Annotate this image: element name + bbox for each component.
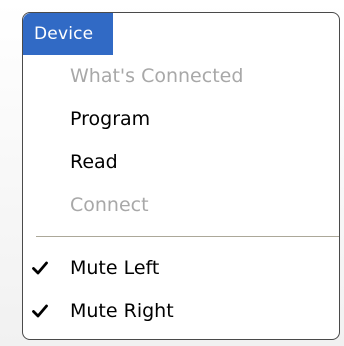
menu-item-program[interactable]: Program [23,98,339,141]
menu-items: What's Connected Program Read Connect Mu… [23,55,339,333]
menu-item-mute-right[interactable]: Mute Right [23,290,339,333]
menu-item-mute-left[interactable]: Mute Left [23,247,339,290]
menu-item-connect: Connect [23,184,339,227]
menu-item-whats-connected: What's Connected [23,55,339,98]
menu-item-label: Mute Right [70,300,174,322]
menu-item-label: Mute Left [70,257,160,279]
checkmark-icon [32,261,48,275]
menu-item-label: Program [70,108,151,130]
menu-item-label: Connect [70,194,149,216]
menu-header-device[interactable]: Device [23,13,113,55]
menu-item-label: Read [70,151,118,173]
menu-item-read[interactable]: Read [23,141,339,184]
checkmark-icon [32,304,48,318]
menu-title: Device [34,24,94,44]
device-menu: Device What's Connected Program Read Con… [22,12,340,340]
menu-separator [23,227,339,247]
menu-item-label: What's Connected [70,65,244,87]
